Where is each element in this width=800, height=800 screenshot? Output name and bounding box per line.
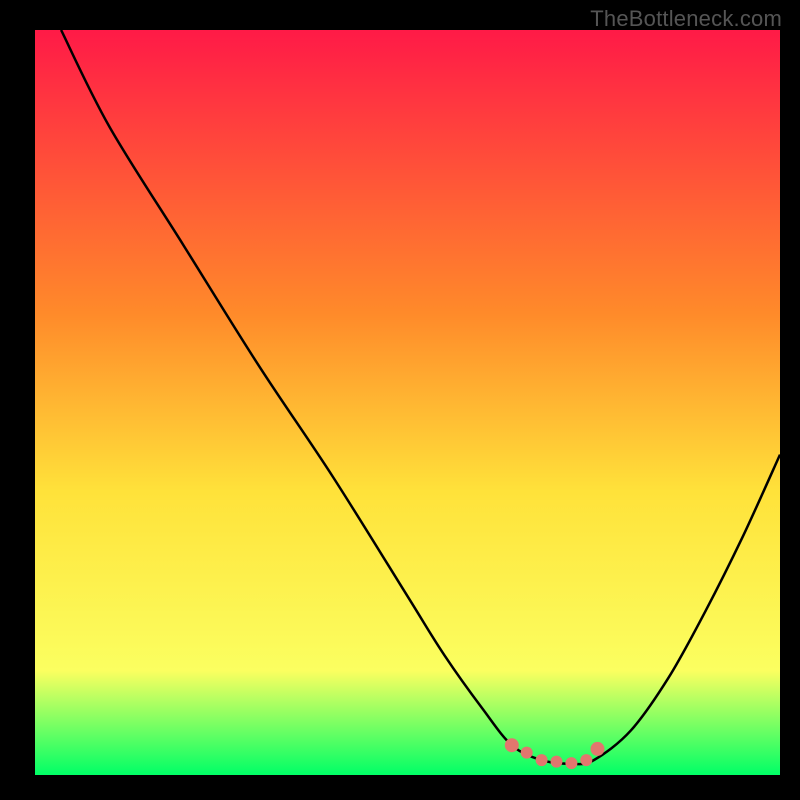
watermark-text: TheBottleneck.com — [590, 6, 782, 32]
optimal-marker — [551, 756, 563, 768]
optimal-marker — [591, 742, 605, 756]
gradient-background — [35, 30, 780, 775]
plot-area — [35, 30, 780, 775]
optimal-marker — [521, 747, 533, 759]
optimal-marker — [565, 757, 577, 769]
optimal-marker — [536, 754, 548, 766]
chart-svg — [35, 30, 780, 775]
optimal-marker — [505, 738, 519, 752]
optimal-marker — [580, 754, 592, 766]
chart-container: TheBottleneck.com — [0, 0, 800, 800]
